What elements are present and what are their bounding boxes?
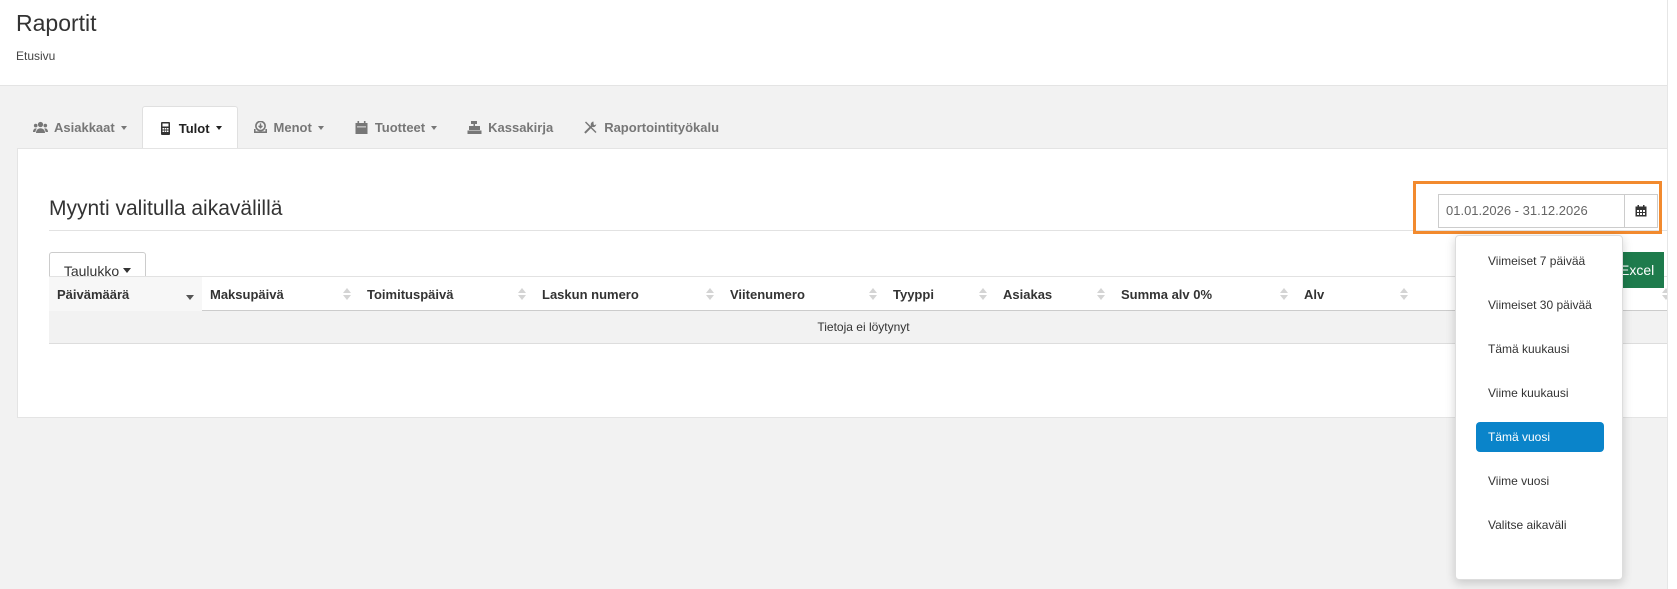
tab-label: Kassakirja — [488, 120, 554, 135]
column-header-label: Toimituspäivä — [367, 286, 454, 302]
sort-icon — [186, 288, 194, 301]
date-preset-item[interactable]: Tämä vuosi — [1476, 422, 1604, 452]
calendar-icon — [354, 121, 369, 134]
date-preset-item[interactable]: Viime kuukausi — [1476, 378, 1604, 408]
date-preset-item[interactable]: Viimeiset 30 päivää — [1476, 290, 1604, 320]
column-header[interactable]: Asiakas — [995, 277, 1113, 311]
download-icon — [253, 120, 268, 134]
tab-label: Tuotteet — [374, 120, 426, 135]
column-header-label: Laskun numero — [542, 286, 639, 302]
sort-icon — [343, 287, 351, 301]
section-title: Myynti valitulla aikavälillä — [49, 197, 283, 220]
tab-raportointityökalu[interactable]: Raportointityökalu — [568, 106, 734, 149]
cash-register-icon — [467, 121, 482, 134]
column-header-label: Summa alv 0% — [1121, 286, 1213, 302]
date-preset-menu: Viimeiset 7 päivää Viimeiset 30 päivää Täm… — [1455, 235, 1623, 580]
tab-label: Raportointityökalu — [604, 120, 720, 135]
column-header[interactable]: Viitenumero — [722, 277, 885, 311]
table-empty-row: Tietoja ei löytynyt — [49, 311, 1677, 344]
tab-menot[interactable]: Menot — [238, 106, 339, 149]
caret-down-icon — [317, 125, 324, 130]
sort-icon — [518, 287, 526, 301]
empty-message: Tietoja ei löytynyt — [817, 320, 910, 334]
date-preset-item[interactable]: Valitse aikaväli — [1476, 510, 1604, 540]
column-header[interactable]: Toimituspäivä — [359, 277, 534, 311]
caret-down-icon — [123, 268, 132, 273]
column-header[interactable]: Summa alv 0% — [1113, 277, 1296, 311]
tools-icon — [583, 121, 598, 134]
tab-tuotteet[interactable]: Tuotteet — [339, 106, 452, 149]
column-header-label: Alv — [1304, 286, 1325, 302]
caret-down-icon — [431, 125, 438, 130]
tab-label: Asiakkaat — [54, 120, 115, 135]
date-range-highlight — [1413, 181, 1662, 234]
sort-icon — [706, 287, 714, 301]
column-header[interactable]: Päivämäärä — [49, 277, 202, 311]
tab-asiakkaat[interactable]: Asiakkaat — [18, 106, 142, 149]
caret-down-icon — [215, 126, 222, 130]
caret-down-icon — [120, 125, 127, 130]
column-header-label: Viitenumero — [730, 286, 805, 302]
tab-tulot[interactable]: Tulot — [141, 106, 238, 149]
table-header: Päivämäärä Maksupäivä Toimituspäivä Laskun … — [49, 276, 1677, 311]
page-title: Raportit — [16, 10, 97, 36]
sort-icon — [1097, 287, 1105, 301]
tab-kassakirja[interactable]: Kassakirja — [452, 106, 568, 149]
breadcrumb[interactable]: Etusivu — [16, 49, 55, 63]
column-header[interactable]: Alv — [1296, 277, 1416, 311]
date-preset-item[interactable]: Viimeiset 7 päivää — [1476, 246, 1604, 276]
column-header-label: Päivämäärä — [57, 286, 130, 302]
sort-icon — [1400, 287, 1408, 301]
sort-icon — [1280, 287, 1288, 301]
tab-label: Menot — [273, 120, 312, 135]
page-header: Raportit Etusivu — [0, 0, 1677, 86]
excel-label: Excel — [1620, 262, 1655, 278]
column-header-label: Tyyppi — [893, 286, 934, 302]
column-header[interactable]: Tyyppi — [885, 277, 995, 311]
column-header-label: Asiakas — [1003, 286, 1053, 302]
report-tabs: Asiakkaat Tulot Menot Tuotteet Kassakirja Rap… — [18, 106, 734, 149]
sort-icon — [869, 287, 877, 301]
sort-icon — [979, 287, 987, 301]
tab-label: Tulot — [178, 120, 210, 136]
calculator-icon — [158, 121, 173, 135]
column-header[interactable]: Maksupäivä — [202, 277, 359, 311]
page-scrollbar[interactable] — [1667, 0, 1677, 589]
users-icon — [33, 121, 48, 134]
column-header-label: Maksupäivä — [210, 286, 284, 302]
date-preset-item[interactable]: Viime vuosi — [1476, 466, 1604, 496]
column-header[interactable]: Laskun numero — [534, 277, 722, 311]
date-preset-item[interactable]: Tämä kuukausi — [1476, 334, 1604, 364]
